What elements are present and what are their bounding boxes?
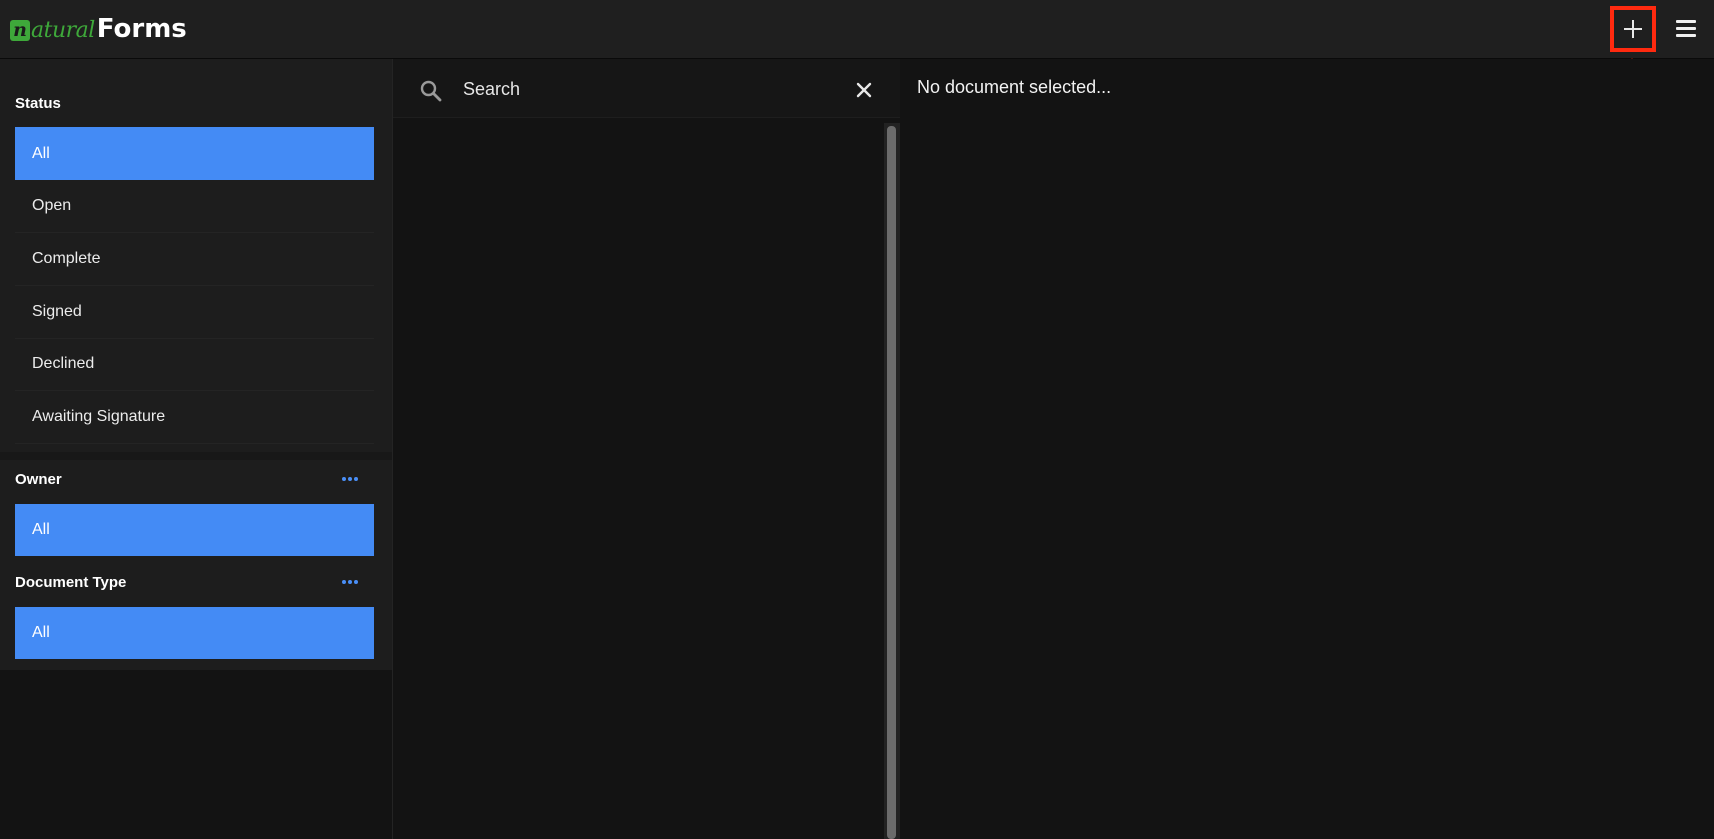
hamburger-menu-icon <box>1676 20 1696 23</box>
section-divider <box>0 452 392 460</box>
more-horizontal-icon[interactable] <box>342 476 360 482</box>
list-scrollbar-thumb[interactable] <box>887 126 896 839</box>
status-item-all[interactable]: All <box>15 127 374 180</box>
filter-panel: Status All Open Complete Signed Declined… <box>0 59 392 670</box>
document-detail-pane: No document selected... <box>900 59 1714 839</box>
logo-natural-text: atural <box>31 18 95 43</box>
status-item-open[interactable]: Open <box>15 180 374 233</box>
owner-section-title: Owner <box>15 471 62 488</box>
menu-button[interactable] <box>1674 18 1698 40</box>
plus-icon <box>1624 20 1642 38</box>
add-document-button[interactable] <box>1610 6 1656 52</box>
search-input[interactable] <box>461 72 801 106</box>
search-bar <box>393 59 900 118</box>
status-item-signed[interactable]: Signed <box>15 286 374 339</box>
document-type-filter-all[interactable]: All <box>15 607 374 659</box>
close-icon[interactable] <box>856 82 872 98</box>
no-document-message: No document selected... <box>917 77 1112 97</box>
more-horizontal-icon[interactable] <box>342 579 360 585</box>
status-item-complete[interactable]: Complete <box>15 233 374 286</box>
status-item-awaiting-signature[interactable]: Awaiting Signature <box>15 391 374 444</box>
status-section-title: Status <box>15 95 61 112</box>
logo-mark: n <box>10 20 30 41</box>
top-bar: n atural Forms <box>0 0 1714 59</box>
app-logo[interactable]: n atural Forms <box>10 10 187 46</box>
filter-sidebar: Status All Open Complete Signed Declined… <box>0 59 393 839</box>
logo-forms-text: Forms <box>96 14 187 44</box>
document-list-pane <box>393 59 900 839</box>
document-type-section-title: Document Type <box>15 574 127 591</box>
owner-filter-all[interactable]: All <box>15 504 374 556</box>
status-item-declined[interactable]: Declined <box>15 338 374 391</box>
search-icon <box>420 80 442 102</box>
